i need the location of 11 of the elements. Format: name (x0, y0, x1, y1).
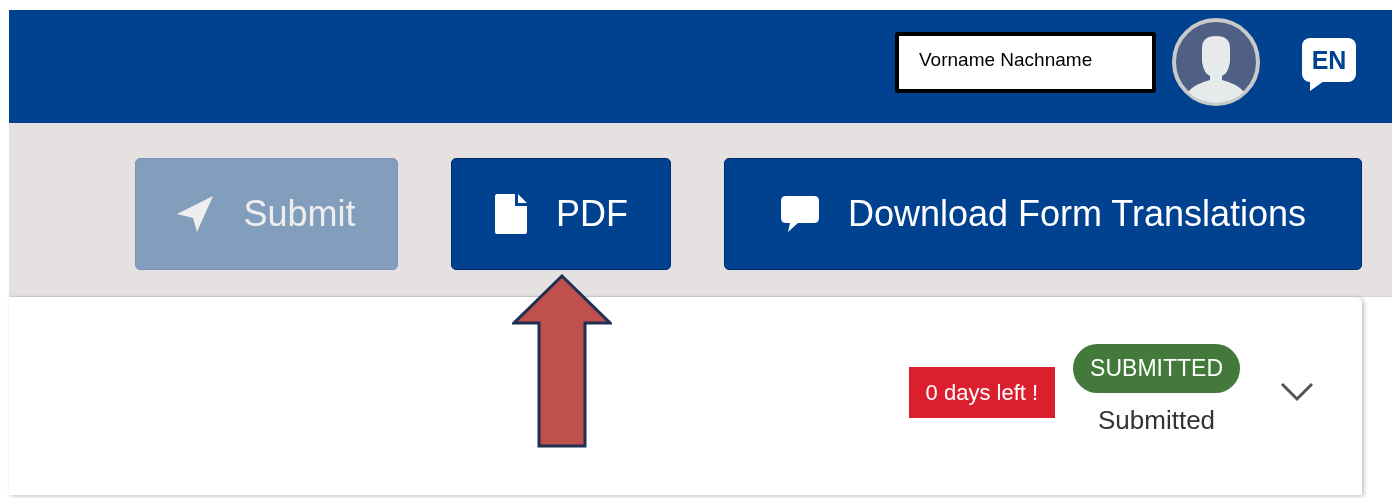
toolbar-button[interactable]: Download Form Translations (724, 158, 1362, 270)
status-badge: SUBMITTED (1073, 344, 1240, 393)
user-name-field: Vorname Nachname (895, 31, 1156, 93)
avatar-icon (1172, 18, 1260, 106)
paper-plane-icon (177, 196, 216, 232)
status-text: Submitted (1098, 403, 1216, 437)
speech-bubble-icon (779, 194, 820, 234)
deadline-badge: 0 days left ! (908, 366, 1056, 418)
toolbar-button[interactable]: PDF (451, 158, 671, 270)
file-icon (494, 194, 528, 234)
chevron-down-icon[interactable] (1280, 381, 1314, 403)
